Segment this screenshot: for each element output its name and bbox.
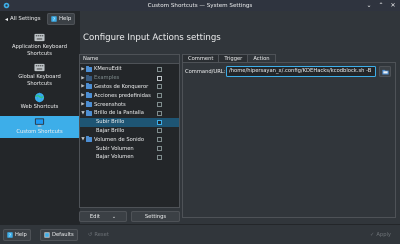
sidebar-item-label: Web Shortcuts (20, 104, 59, 110)
folder-icon (86, 109, 92, 116)
folder-icon (86, 65, 92, 72)
minimize-icon[interactable]: ⌄ (365, 2, 373, 10)
close-icon[interactable]: ✕ (389, 2, 397, 10)
apply-label: Apply (376, 232, 392, 238)
command-url-input[interactable]: /home/hipersayan_x/.config/KDEHacks/kcod… (226, 66, 376, 77)
settings-button[interactable]: Settings (131, 211, 180, 222)
enabled-checkbox[interactable] (157, 128, 162, 134)
folder-icon (86, 83, 92, 90)
top-toolbar: ◂ All Settings ? Help (0, 11, 80, 28)
tree-row-volumen-de-sonido[interactable]: ▼ Volumen de Sonido (80, 135, 179, 144)
keyboard-icon (34, 63, 45, 72)
tree-row-label: Bajar Brillo (96, 127, 125, 134)
defaults-label: Defaults (52, 232, 74, 238)
enabled-checkbox[interactable] (157, 119, 162, 125)
edit-button[interactable]: Edit ⌄ (79, 211, 127, 222)
checkmark-icon: ✓ (370, 232, 375, 238)
tree-scrollbar[interactable] (174, 65, 179, 207)
window-title: Custom Shortcuts — System Settings (147, 2, 253, 9)
help-icon: ? (51, 16, 57, 22)
tree-row-label: Acciones predefinidas (94, 92, 151, 99)
help-icon: ? (7, 232, 13, 238)
reset-icon: ↺ (88, 232, 93, 238)
enabled-checkbox[interactable] (157, 154, 162, 160)
reset-label: Reset (94, 232, 109, 238)
globe-icon (34, 92, 45, 103)
command-url-label: Command/URL: (185, 69, 226, 75)
folder-icon (86, 74, 92, 81)
help-bottom-label: Help (15, 232, 27, 238)
enabled-checkbox[interactable] (157, 110, 162, 116)
enabled-checkbox[interactable] (157, 137, 162, 143)
tree-row-label: Bajar Volumen (96, 154, 134, 161)
tree-row-label: Examples (94, 75, 120, 82)
help-button[interactable]: ? Help (47, 13, 76, 25)
svg-text:?: ? (53, 17, 55, 22)
tree-row-bajar-volumen[interactable]: Bajar Volumen (80, 153, 179, 162)
folder-icon (86, 136, 92, 143)
sidebar-item-label: Shortcuts (27, 50, 52, 57)
tree-row-subir-brillo[interactable]: Subir Brillo (80, 117, 179, 127)
tree-row-gestos-de-konqueror[interactable]: ▶ Gestos de Konqueror (80, 83, 179, 92)
sidebar-item-label: Custom Shortcuts (16, 129, 63, 135)
back-arrow-icon: ◂ (5, 15, 9, 23)
maximize-icon[interactable]: ⌃ (377, 2, 385, 10)
sidebar-item-web-shortcuts[interactable]: Web Shortcuts (0, 92, 79, 114)
defaults-icon (44, 232, 50, 238)
actions-tree[interactable]: Name ▶ KMenuEdit ▶ Examples ▶ Gestos de … (79, 54, 180, 208)
browse-file-button[interactable] (379, 66, 391, 77)
sidebar-item-global-keyboard-shortcuts[interactable]: Global Keyboard Shortcuts (0, 62, 79, 91)
chevron-down-icon: ⌄ (111, 213, 117, 220)
enabled-checkbox[interactable] (157, 75, 162, 81)
tree-row-label: Volumen de Sonido (94, 136, 145, 143)
svg-text:?: ? (9, 233, 11, 238)
tree-header-name[interactable]: Name (80, 55, 179, 64)
tree-row-label: Brillo de la Pantalla (94, 110, 144, 117)
bottom-bar: ? Help Defaults ↺ Reset ✓ Apply (0, 224, 400, 244)
sidebar-item-application-keyboard-shortcuts[interactable]: Application Keyboard Shortcuts (0, 32, 79, 62)
sidebar-item-custom-shortcuts[interactable]: Custom Shortcuts (0, 116, 79, 138)
computer-icon (34, 118, 45, 127)
tree-row-label: KMenuEdit (94, 66, 122, 73)
tree-row-kmenuedit[interactable]: ▶ KMenuEdit (80, 65, 179, 74)
settings-label: Settings (144, 213, 167, 220)
enabled-checkbox[interactable] (157, 93, 162, 99)
defaults-button[interactable]: Defaults (40, 229, 78, 241)
enabled-checkbox[interactable] (157, 84, 162, 90)
tree-row-examples[interactable]: ▶ Examples (80, 74, 179, 83)
help-label: Help (59, 16, 72, 22)
folder-icon (86, 92, 92, 99)
page-title: Configure Input Actions settings (83, 33, 221, 43)
tree-row-screenshots[interactable]: ▶ Screenshots (80, 100, 179, 109)
enabled-checkbox[interactable] (157, 102, 162, 108)
enabled-checkbox[interactable] (157, 146, 162, 152)
sidebar-item-label: Shortcuts (27, 80, 52, 87)
folder-icon (86, 100, 92, 108)
open-folder-icon (381, 69, 389, 74)
apply-button[interactable]: ✓ Apply (366, 229, 395, 241)
enabled-checkbox[interactable] (157, 66, 162, 72)
tree-row-acciones-predefinidas[interactable]: ▶ Acciones predefinidas (80, 91, 179, 100)
reset-button[interactable]: ↺ Reset (84, 229, 113, 241)
keyboard-icon (34, 33, 45, 42)
tree-row-subir-volumen[interactable]: Subir Volumen (80, 144, 179, 153)
help-bottom-button[interactable]: ? Help (3, 229, 31, 241)
tree-row-brillo-de-la-pantalla[interactable]: ▼ Brillo de la Pantalla (80, 109, 179, 118)
tree-row-label: Gestos de Konqueror (94, 83, 149, 90)
tree-row-label: Subir Volumen (96, 145, 134, 152)
tree-row-label: Screenshots (94, 101, 126, 108)
tree-row-bajar-brillo[interactable]: Bajar Brillo (80, 127, 179, 136)
action-tab-panel (182, 62, 396, 218)
edit-label: Edit (89, 213, 100, 220)
tree-row-label: Subir Brillo (96, 119, 125, 126)
window-titlebar: Custom Shortcuts — System Settings ⌄ ⌃ ✕ (0, 0, 400, 11)
all-settings-label: All Settings (10, 16, 41, 22)
all-settings-button[interactable]: ◂ All Settings (2, 13, 44, 25)
